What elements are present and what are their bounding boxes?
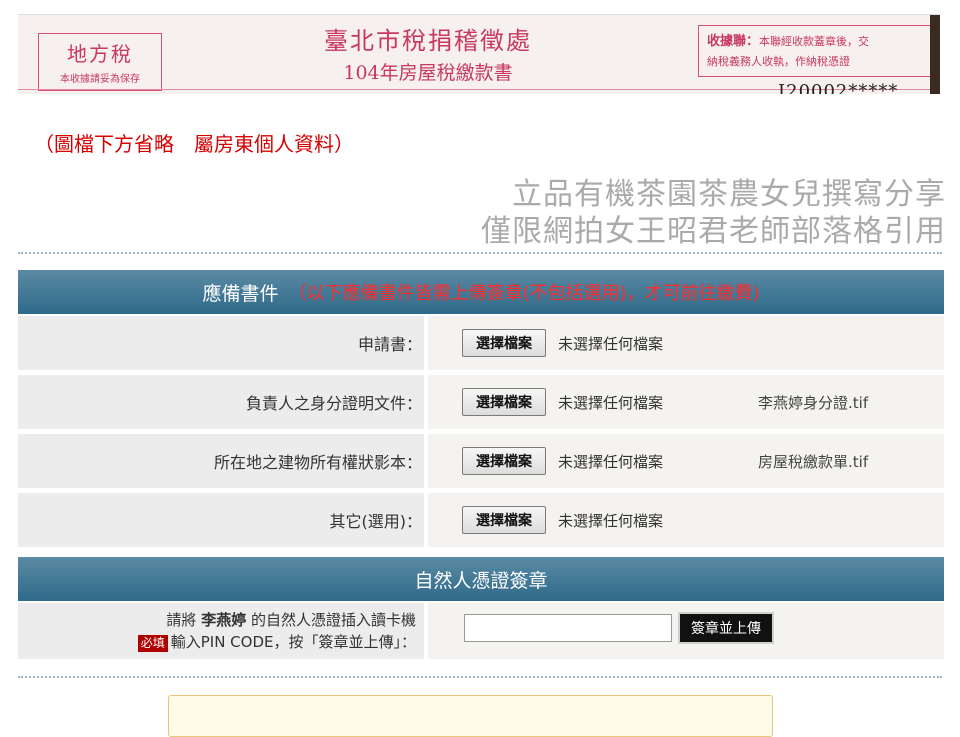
document-label: 所在地之建物所有權狀影本：	[213, 453, 422, 472]
documents-header: 應備書件 （以下應備書件皆需上傳簽章(不包括選用)，才可前往繳費)	[18, 270, 944, 314]
choose-file-button[interactable]: 選擇檔案	[462, 329, 546, 357]
pin-code-input[interactable]	[464, 614, 672, 642]
choose-file-button[interactable]: 選擇檔案	[462, 506, 546, 534]
receipt-stub-box: 收據聯：本聯經收款蓋章後，交 納稅義務人收執，作納稅憑證	[698, 25, 934, 77]
document-field: 選擇檔案 未選擇任何檔案	[428, 493, 944, 547]
required-badge: 必填	[137, 635, 168, 652]
watermark-line-1: 立品有機茶園茶農女兒撰寫分享	[512, 177, 946, 212]
document-row-id-proof: 負責人之身分證明文件： 選擇檔案 未選擇任何檔案 李燕婷身分證.tif	[18, 375, 944, 429]
signature-row: 請將 李燕婷 的自然人憑證插入讀卡機 必填 輸入PIN CODE，按「簽章並上傳」…	[18, 603, 944, 659]
uploaded-filename: 李燕婷身分證.tif	[758, 394, 869, 412]
choose-file-button[interactable]: 選擇檔案	[462, 447, 546, 475]
receipt-right-line2: 納稅義務人收執，作納稅憑證	[707, 55, 850, 68]
receipt-title: 臺北市稅捐稽徵處	[324, 27, 532, 55]
document-row-ownership: 所在地之建物所有權狀影本： 選擇檔案 未選擇任何檔案 房屋稅繳款單.tif	[18, 434, 944, 488]
receipt-right-title: 收據聯：	[707, 34, 760, 49]
signature-header-title: 自然人憑證簽章	[414, 569, 548, 592]
document-row-application: 申請書： 選擇檔案 未選擇任何檔案	[18, 316, 944, 370]
document-label: 負責人之身分證明文件：	[245, 394, 422, 413]
document-label: 申請書：	[357, 335, 422, 354]
pin-instruction: 輸入PIN CODE，按「簽章並上傳」：	[170, 633, 416, 651]
documents-header-warning: （以下應備書件皆需上傳簽章(不包括選用)，才可前往繳費)	[288, 283, 760, 304]
receipt-tax-type-box: 地方稅 本收據請妥為保存	[38, 33, 162, 91]
signature-field: 簽章並上傳	[428, 603, 944, 659]
sign-and-upload-button[interactable]: 簽章並上傳	[678, 612, 774, 644]
receipt-subtitle: 104年房屋稅繳款書	[343, 62, 513, 84]
signature-suffix: 的自然人憑證插入讀卡機	[250, 611, 416, 629]
watermark: 立品有機茶園茶農女兒撰寫分享 僅限網拍女王昭君老師部落格引用	[481, 176, 946, 250]
receipt-title-block: 臺北市稅捐稽徵處 104年房屋稅繳款書	[298, 21, 558, 85]
document-row-other: 其它(選用)： 選擇檔案 未選擇任何檔案	[18, 493, 944, 547]
receipt-right-line1: 本聯經收款蓋章後，交	[759, 35, 870, 48]
signer-name: 李燕婷	[201, 611, 247, 629]
dotted-divider-bottom	[18, 676, 942, 678]
signature-line-1: 請將 李燕婷 的自然人憑證插入讀卡機	[18, 609, 416, 631]
receipt-image: 地方稅 本收據請妥為保存 臺北市稅捐稽徵處 104年房屋稅繳款書 收據聯：本聯經…	[18, 14, 940, 94]
signature-instructions: 請將 李燕婷 的自然人憑證插入讀卡機 必填 輸入PIN CODE，按「簽章並上傳」…	[18, 609, 416, 653]
signature-prefix: 請將	[166, 611, 197, 629]
document-label: 其它(選用)：	[329, 512, 423, 531]
document-field: 選擇檔案 未選擇任何檔案 李燕婷身分證.tif	[428, 375, 944, 429]
document-field: 選擇檔案 未選擇任何檔案 房屋稅繳款單.tif	[428, 434, 944, 488]
signature-line-2: 必填 輸入PIN CODE，按「簽章並上傳」：	[18, 631, 416, 653]
document-field: 選擇檔案 未選擇任何檔案	[428, 316, 944, 370]
documents-header-title: 應備書件	[202, 282, 279, 305]
uploaded-filename: 房屋稅繳款單.tif	[758, 453, 869, 471]
receipt-left-sub: 本收據請妥為保存	[60, 74, 140, 85]
bottom-notice-box	[168, 695, 773, 737]
watermark-line-2: 僅限網拍女王昭君老師部落格引用	[481, 214, 946, 249]
receipt-partial-number: I20002*****	[778, 81, 899, 94]
choose-file-button[interactable]: 選擇檔案	[462, 388, 546, 416]
signature-header: 自然人憑證簽章	[18, 557, 944, 601]
dotted-divider-top	[18, 252, 942, 254]
no-file-text: 未選擇任何檔案	[558, 453, 664, 471]
photo-edge	[930, 15, 940, 94]
no-file-text: 未選擇任何檔案	[558, 335, 664, 353]
receipt-left-title: 地方稅	[67, 42, 133, 66]
omission-note: （圖檔下方省略 屬房東個人資料）	[34, 132, 354, 156]
no-file-text: 未選擇任何檔案	[558, 394, 664, 412]
no-file-text: 未選擇任何檔案	[558, 512, 664, 530]
